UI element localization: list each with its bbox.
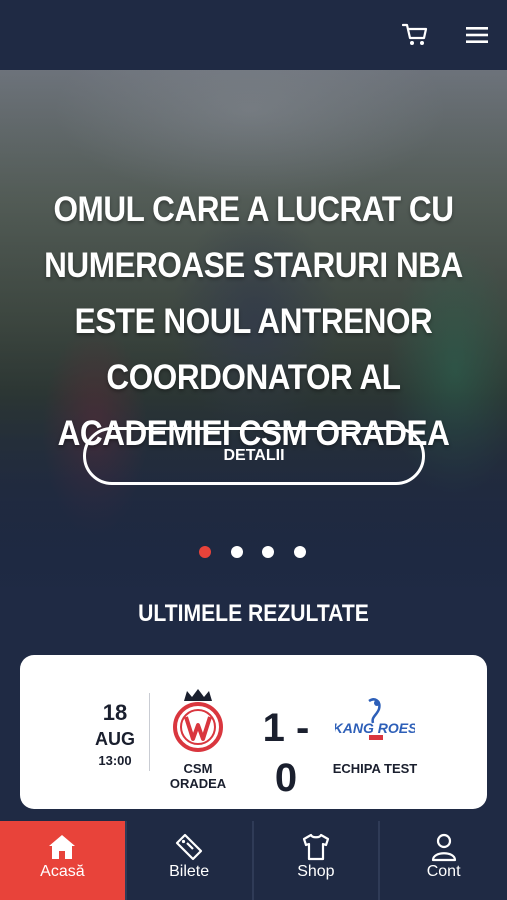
carousel-dot-3[interactable] [262, 546, 274, 558]
hero-carousel[interactable]: Omul care a lucrat cu numeroase staruri … [0, 70, 507, 598]
match-score: 1 - 0 [262, 706, 310, 800]
cart-icon [402, 23, 428, 45]
tshirt-icon [302, 833, 329, 861]
divider [149, 693, 150, 771]
tab-tickets[interactable]: Bilete [127, 821, 254, 900]
home-icon [49, 835, 76, 859]
tab-home[interactable]: Acasă [0, 821, 127, 900]
match-day: 18 [102, 700, 128, 725]
carousel-dots [0, 546, 507, 558]
match-result-card[interactable]: 18 AUG 13:00 CSM ORADEA 1 - 0 KANG ROES … [20, 655, 487, 809]
carousel-dot-2[interactable] [231, 546, 243, 558]
cart-button[interactable] [398, 18, 432, 52]
match-month: AUG [95, 729, 135, 749]
hamburger-menu-icon [466, 27, 488, 43]
svg-text:KANG ROES: KANG ROES [335, 720, 415, 736]
kangaroes-logo: KANG ROES [335, 698, 415, 740]
tab-tickets-label: Bilete [169, 863, 210, 880]
tab-shop[interactable]: Shop [254, 821, 381, 900]
tab-shop-label: Shop [297, 863, 335, 880]
csm-oradea-logo [173, 689, 223, 752]
carousel-dot-1[interactable] [199, 546, 211, 558]
away-team-name: ECHIPA TEST [332, 761, 418, 776]
details-button[interactable]: DETALII [83, 427, 425, 485]
tab-home-label: Acasă [40, 863, 85, 880]
home-team-name: CSM ORADEA [169, 761, 227, 791]
tab-account-label: Cont [426, 863, 461, 880]
bottom-tab-bar: Acasă Bilete Shop Cont [0, 821, 507, 900]
top-bar [0, 0, 507, 70]
hero-title: Omul care a lucrat cu numeroase staruri … [44, 190, 463, 453]
user-icon [431, 833, 456, 862]
carousel-dot-4[interactable] [294, 546, 306, 558]
match-time: 13:00 [98, 753, 132, 768]
menu-button[interactable] [460, 18, 494, 52]
section-title-results: ULTIMELE REZULTATE [138, 600, 369, 627]
match-date: 18 AUG 13:00 [86, 701, 144, 769]
ticket-icon [176, 833, 203, 861]
tab-account[interactable]: Cont [380, 821, 507, 900]
